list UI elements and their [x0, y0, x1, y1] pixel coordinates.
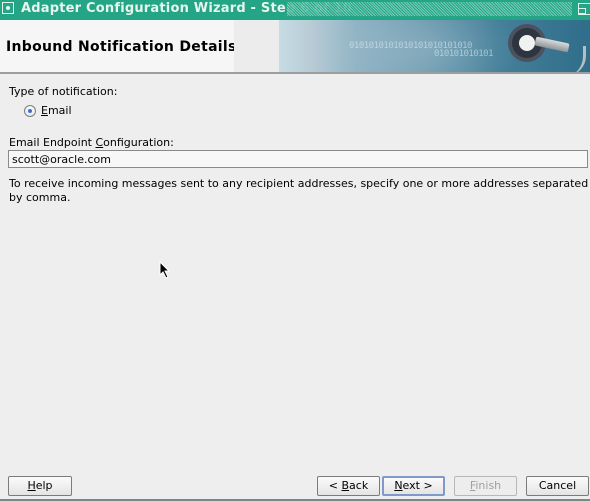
mnemonic: H	[27, 479, 36, 492]
cancel-button[interactable]: Cancel	[526, 476, 589, 496]
label-rest: ack	[349, 479, 369, 492]
label-rest: ext >	[402, 479, 433, 492]
binary-line-2: 010101010101	[434, 49, 494, 59]
wizard-header: Inbound Notification Details 01010101010…	[0, 19, 590, 74]
mnemonic: B	[341, 479, 350, 492]
header-banner-image: 0101010101010101010101010 010101010101	[279, 20, 590, 72]
titlebar-drag-area[interactable]	[287, 2, 572, 16]
window-titlebar[interactable]: Adapter Configuration Wizard - Step 6 of…	[0, 0, 590, 19]
label-post: onfiguration:	[103, 136, 174, 149]
help-button[interactable]: Help	[8, 476, 72, 496]
maximize-icon[interactable]	[578, 3, 590, 15]
mnemonic: N	[394, 479, 403, 492]
label-pre: <	[328, 479, 342, 492]
radio-selected-icon[interactable]	[24, 105, 36, 117]
notification-type-label: Type of notification:	[9, 85, 118, 98]
header-fade	[234, 20, 279, 72]
email-endpoint-input[interactable]	[8, 150, 588, 168]
mouse-pointer-icon	[159, 261, 171, 279]
back-button[interactable]: < Back	[317, 476, 380, 496]
label-pre: Email Endpoint	[9, 136, 96, 149]
label-rest: elp	[35, 479, 53, 492]
mnemonic: E	[41, 104, 48, 117]
label-rest: mail	[47, 104, 72, 117]
next-button[interactable]: Next >	[382, 476, 445, 496]
banner-binary-text: 0101010101010101010101010 010101010101	[349, 42, 494, 59]
help-text: To receive incoming messages sent to any…	[9, 177, 589, 204]
radio-email-label[interactable]: Email	[41, 104, 72, 117]
page-title: Inbound Notification Details	[6, 39, 237, 55]
endpoint-config-label: Email Endpoint Configuration:	[9, 136, 174, 149]
window-menu-icon[interactable]	[2, 2, 14, 14]
label-rest: inish	[475, 479, 502, 492]
finish-button: Finish	[454, 476, 517, 496]
